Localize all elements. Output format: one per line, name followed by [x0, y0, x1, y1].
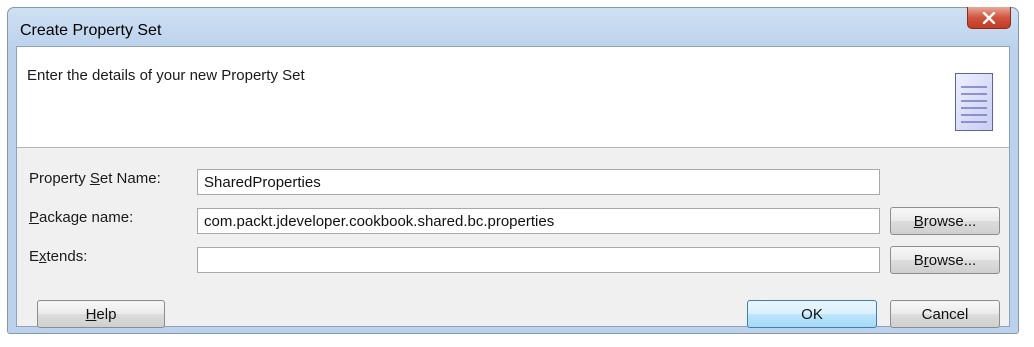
browse-package-button[interactable]: Browse... [890, 207, 1000, 235]
extends-label: Extends: [29, 248, 87, 265]
cancel-label: Cancel [921, 305, 969, 323]
help-button[interactable]: Help [37, 300, 165, 328]
property-set-name-label: Property Set Name: [29, 170, 161, 187]
property-set-name-label-mnemonic: S [89, 170, 100, 187]
extends-label-post: tends: [46, 248, 88, 265]
ok-label: OK [801, 305, 823, 323]
extends-label-pre: E [29, 248, 40, 265]
property-set-name-label-pre: Property [29, 170, 90, 187]
close-icon [982, 11, 996, 24]
package-name-label-mnemonic: P [29, 209, 40, 226]
browse-extends-button[interactable]: Br owse... [890, 246, 1000, 274]
property-set-name-label-post: et Name: [99, 170, 161, 187]
document-lines-icon [955, 73, 993, 131]
property-set-name-input[interactable] [197, 169, 880, 195]
help-mnemonic: H [85, 305, 97, 323]
ok-button[interactable]: OK [747, 300, 877, 328]
header-text: Enter the details of your new Property S… [27, 67, 305, 84]
package-name-input[interactable] [197, 208, 880, 234]
window-title: Create Property Set [20, 22, 162, 39]
cancel-button[interactable]: Cancel [890, 300, 1000, 328]
browse-package-label: rowse... [923, 212, 977, 230]
browse-package-mnemonic: B [913, 212, 924, 230]
title-bar[interactable]: Create Property Set [8, 7, 1018, 46]
dialog-window: Create Property Set Enter the details of… [7, 7, 1019, 334]
extends-input[interactable] [197, 247, 880, 273]
help-label: elp [96, 305, 117, 323]
header-panel: Enter the details of your new Property S… [17, 47, 1009, 148]
close-button[interactable] [967, 7, 1011, 29]
package-name-label: Package name: [29, 209, 133, 226]
package-name-label-post: ackage name: [39, 209, 134, 226]
browse-extends-pre: B [913, 251, 924, 269]
extends-label-mnemonic: x [39, 248, 47, 265]
browse-extends-label: owse... [928, 251, 977, 269]
dialog-body: Enter the details of your new Property S… [16, 46, 1010, 328]
